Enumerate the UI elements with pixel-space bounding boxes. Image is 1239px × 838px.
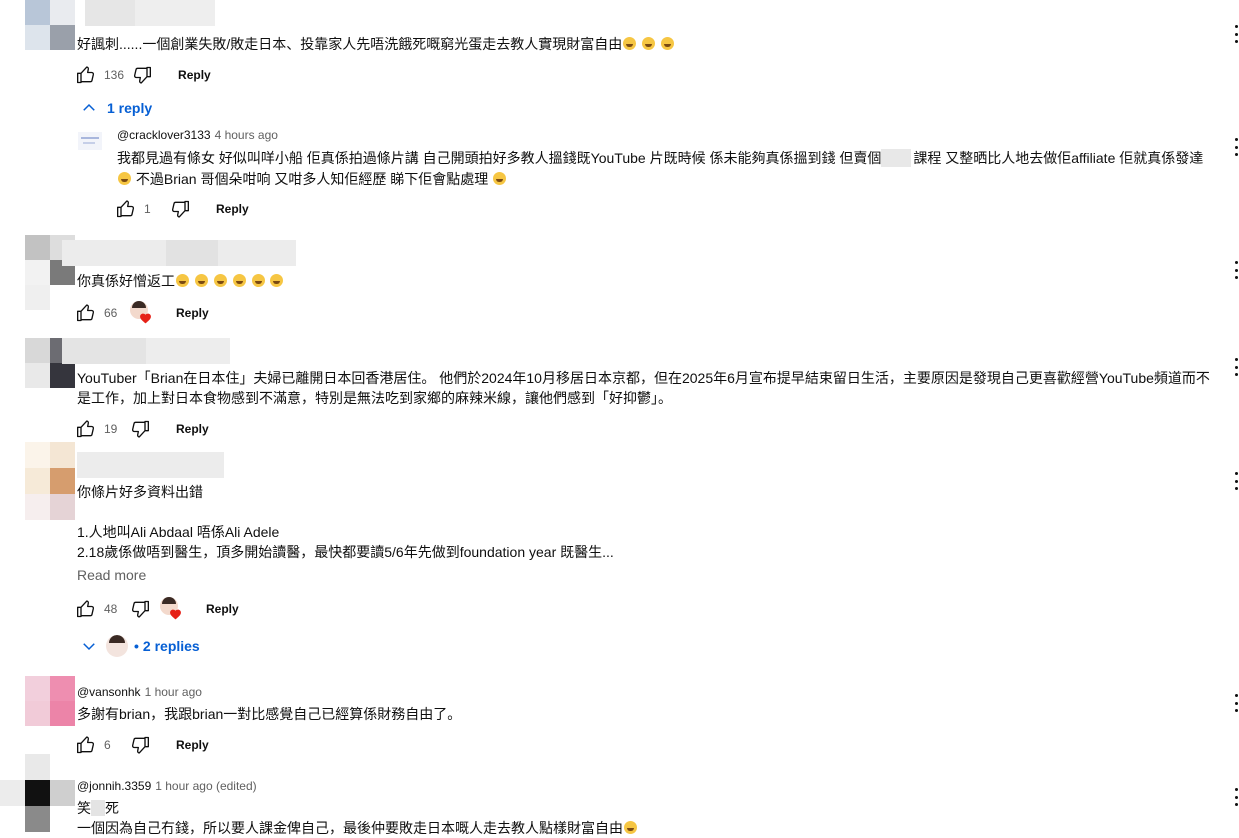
more-actions-button[interactable] — [1232, 24, 1239, 44]
grinning-squint-emoji — [623, 37, 637, 50]
author-handle[interactable]: @jonnih.3359 — [77, 779, 151, 793]
like-count: 66 — [104, 306, 118, 320]
reply-button[interactable]: Reply — [198, 598, 247, 620]
more-actions-button[interactable] — [1232, 693, 1239, 713]
author-handle[interactable]: @cracklover3133 — [117, 128, 211, 142]
like-count: 6 — [104, 738, 111, 752]
thumb-down-outline-icon[interactable] — [168, 197, 192, 221]
author-name-blurred — [77, 452, 224, 478]
avatar[interactable] — [25, 0, 75, 50]
reply-button[interactable]: Reply — [208, 198, 257, 220]
comment-text: 好諷刺......一個創業失敗/敗走日本、投靠家人先唔洗餓死嘅窮光蛋走去教人實現… — [77, 34, 675, 54]
rofl-emoji — [232, 274, 246, 287]
rofl-emoji — [176, 274, 189, 287]
thumb-down-outline-icon[interactable] — [128, 597, 152, 621]
comment-text: 你真係好憎返工 — [77, 271, 284, 291]
timestamp[interactable]: 1 hour ago — [145, 685, 202, 699]
like-count: 1 — [144, 202, 151, 216]
comment-actions: 66 Reply — [74, 301, 217, 325]
more-actions-button[interactable] — [1232, 137, 1239, 157]
reply-button[interactable]: Reply — [168, 734, 217, 756]
rofl-emoji — [213, 274, 227, 287]
comment-text: YouTuber「Brian在日本住」夫婦已離開日本回香港居住。 他們於2024… — [77, 370, 1210, 406]
avatar[interactable] — [78, 132, 102, 150]
author-handle[interactable]: @vansonhk — [77, 685, 141, 699]
comment-text: 多謝有brian，我跟brian一對比感覺自己已經算係財務自由了。 — [77, 706, 462, 722]
bullet-separator: • — [134, 638, 139, 654]
reply-button[interactable]: Reply — [170, 64, 219, 86]
grinning-sweat-emoji — [118, 172, 131, 185]
reply-actions: 1 Reply — [114, 197, 257, 221]
rofl-emoji — [251, 274, 265, 287]
reply-text-line2: 不過Brian 哥個朵咁响 又咁多人知佢經歷 睇下佢會點處理 — [117, 169, 507, 189]
chevron-up-icon — [83, 103, 95, 111]
creator-heart-icon — [128, 301, 152, 325]
more-actions-button[interactable] — [1232, 787, 1239, 807]
comment-text-line: 一個因為自己冇錢，所以要人課金俾自己，最後仲要敗走日本嘅人走去教人點樣財富自由 — [77, 818, 638, 838]
rofl-emoji — [270, 274, 284, 287]
timestamp[interactable]: 1 hour ago (edited) — [155, 779, 256, 793]
like-count: 136 — [104, 68, 125, 82]
thumb-down-outline-icon[interactable] — [128, 417, 152, 441]
thumb-up-outline-icon[interactable] — [74, 417, 98, 441]
comment-text: 你條片好多資料出錯 — [77, 484, 203, 500]
reply-text: 我都見過有條女 好似叫咩小船 佢真係拍過條片講 自己開頭拍好多教人搵錢既YouT… — [117, 149, 1204, 167]
more-actions-button[interactable] — [1232, 471, 1239, 491]
more-actions-button[interactable] — [1232, 260, 1239, 280]
grinning-sweat-emoji — [493, 172, 507, 185]
thumb-up-outline-icon[interactable] — [114, 197, 138, 221]
comment-text: 笑死 — [77, 800, 119, 816]
like-count: 48 — [104, 602, 118, 616]
avatar[interactable] — [25, 442, 75, 520]
comment-actions: 19 Reply — [74, 417, 217, 441]
avatar[interactable] — [0, 754, 75, 837]
replies-toggle[interactable]: • 2 replies — [80, 635, 200, 657]
creator-heart-icon — [158, 597, 182, 621]
chevron-down-icon — [83, 643, 95, 651]
reply-button[interactable]: Reply — [168, 302, 217, 324]
thumb-up-outline-icon[interactable] — [74, 597, 98, 621]
thumb-down-outline-icon[interactable] — [130, 63, 154, 87]
comment-text-line: 2.18歲係做唔到醫生，頂多開始讀醫，最快都要讀5/6年先做到foundatio… — [77, 544, 614, 560]
rofl-emoji — [194, 274, 208, 287]
avatar[interactable] — [25, 676, 75, 726]
comment-text-line: 1.人地叫Ali Abdaal 唔係Ali Adele — [77, 524, 280, 540]
more-actions-button[interactable] — [1232, 357, 1239, 377]
comment-header: @cracklover3133 4 hours ago — [117, 127, 278, 143]
read-more-link[interactable]: Read more — [77, 567, 146, 583]
thumb-up-outline-icon[interactable] — [74, 63, 98, 87]
comment-actions: 6 Reply — [74, 733, 217, 757]
thumb-up-outline-icon[interactable] — [74, 301, 98, 325]
thumb-up-outline-icon[interactable] — [74, 733, 98, 757]
comment-header: @jonnih.3359 1 hour ago (edited) — [77, 778, 257, 794]
comment-actions: 136 Reply — [74, 63, 219, 87]
comment-actions: 48 Reply — [74, 597, 247, 621]
creator-avatar — [106, 635, 128, 657]
timestamp[interactable]: 4 hours ago — [215, 128, 278, 142]
like-count: 19 — [104, 422, 118, 436]
comment-header: @vansonhk 1 hour ago — [77, 684, 202, 700]
thumb-down-outline-icon[interactable] — [128, 733, 152, 757]
reply-button[interactable]: Reply — [168, 418, 217, 440]
grinning-sweat-emoji — [624, 821, 637, 834]
grinning-squint-emoji — [642, 37, 656, 50]
replies-toggle[interactable]: 1 reply — [80, 97, 152, 119]
grinning-squint-emoji — [661, 37, 675, 50]
